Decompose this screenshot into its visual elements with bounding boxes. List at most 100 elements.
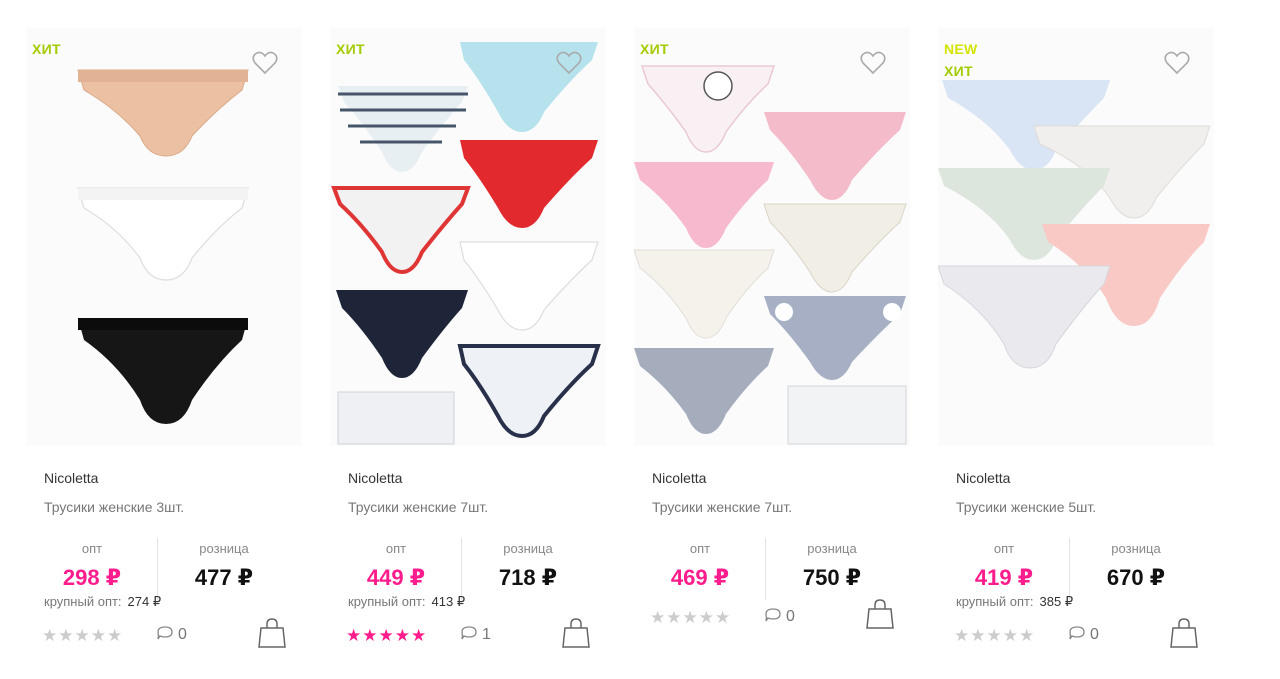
product-image[interactable] <box>330 28 606 446</box>
speech-bubble-icon <box>461 626 477 640</box>
product-image[interactable] <box>938 28 1214 446</box>
bulk-price: крупный опт: 413 ₽ <box>348 594 465 610</box>
star-icon[interactable]: ★ <box>1003 626 1019 645</box>
product-title[interactable]: Трусики женские 7шт. <box>652 499 792 515</box>
badge-new: NEW <box>944 41 978 57</box>
badge-list: ХИТ <box>336 38 365 60</box>
product-card[interactable]: ХИТ Nicoletta Трусики женские 3шт. опт 2… <box>26 0 316 679</box>
product-brand[interactable]: Nicoletta <box>44 470 98 486</box>
star-icon[interactable]: ★ <box>346 626 362 645</box>
favorite-heart-icon[interactable] <box>252 51 278 75</box>
product-brand[interactable]: Nicoletta <box>652 470 706 486</box>
speech-bubble-icon <box>1069 626 1085 640</box>
price-opt: опт 469 ₽ <box>634 540 766 594</box>
price-opt-value: 449 ₽ <box>366 565 426 590</box>
price-opt-value: 419 ₽ <box>974 565 1034 590</box>
badge-list: ХИТ <box>640 38 669 60</box>
comments-count-value: 0 <box>178 626 187 643</box>
comments-count[interactable]: 0 <box>1068 625 1099 645</box>
star-icon[interactable]: ★ <box>666 608 682 627</box>
price-opt: опт 419 ₽ <box>938 540 1070 594</box>
panties-photo <box>331 42 601 445</box>
bulk-price: крупный опт: 274 ₽ <box>44 594 161 610</box>
star-icon[interactable]: ★ <box>715 608 731 627</box>
rating-stars[interactable]: ★★★★★ <box>346 626 427 646</box>
product-card[interactable]: NEW ХИТ Nicoletta Трусики женские 5шт. о… <box>938 0 1228 679</box>
price-opt: опт 298 ₽ <box>26 540 158 594</box>
product-title[interactable]: Трусики женские 7шт. <box>348 499 488 515</box>
star-icon[interactable]: ★ <box>1019 626 1035 645</box>
rating-stars[interactable]: ★★★★★ <box>42 626 123 646</box>
bulk-price-label: крупный опт: <box>956 594 1034 609</box>
price-retail-label: розница <box>199 541 249 556</box>
badge-hit: ХИТ <box>944 63 973 79</box>
bulk-price-value: 413 ₽ <box>431 594 466 609</box>
star-icon[interactable]: ★ <box>362 626 378 645</box>
star-icon[interactable]: ★ <box>683 608 699 627</box>
price-retail-value: 750 ₽ <box>802 565 862 590</box>
speech-bubble-icon <box>765 608 781 622</box>
favorite-heart-icon[interactable] <box>860 51 886 75</box>
star-icon[interactable]: ★ <box>91 626 107 645</box>
product-brand[interactable]: Nicoletta <box>956 470 1010 486</box>
product-image[interactable] <box>634 28 910 446</box>
product-title[interactable]: Трусики женские 3шт. <box>44 499 184 515</box>
star-icon[interactable]: ★ <box>75 626 91 645</box>
price-opt-label: опт <box>993 541 1015 556</box>
price-opt-label: опт <box>689 541 711 556</box>
price-opt-value: 469 ₽ <box>670 565 730 590</box>
bulk-price-value: 274 ₽ <box>127 594 162 609</box>
comments-count[interactable]: 1 <box>460 625 491 645</box>
price-retail: розница 718 ₽ <box>462 540 594 594</box>
star-icon[interactable]: ★ <box>411 626 427 645</box>
shopping-bag-icon[interactable] <box>866 598 894 630</box>
star-icon[interactable]: ★ <box>107 626 123 645</box>
price-retail: розница 750 ₽ <box>766 540 898 594</box>
comments-count[interactable]: 0 <box>764 607 795 627</box>
price-opt-label: опт <box>81 541 103 556</box>
panties-photo <box>634 65 907 445</box>
shopping-bag-icon[interactable] <box>562 617 590 649</box>
bulk-price-value: 385 ₽ <box>1039 594 1074 609</box>
comments-count-value: 1 <box>482 626 491 643</box>
price-retail-value: 477 ₽ <box>194 565 254 590</box>
product-card[interactable]: ХИТ Nicoletta Трусики женские 7шт. опт 4… <box>330 0 620 679</box>
price-opt-value: 298 ₽ <box>62 565 122 590</box>
badge-list: ХИТ <box>32 38 61 60</box>
star-icon[interactable]: ★ <box>987 626 1003 645</box>
star-icon[interactable]: ★ <box>58 626 74 645</box>
star-icon[interactable]: ★ <box>395 626 411 645</box>
price-retail-label: розница <box>807 541 857 556</box>
shopping-bag-icon[interactable] <box>258 617 286 649</box>
rating-stars[interactable]: ★★★★★ <box>954 626 1035 646</box>
star-icon[interactable]: ★ <box>42 626 58 645</box>
bulk-price: крупный опт: 385 ₽ <box>956 594 1073 610</box>
star-icon[interactable]: ★ <box>650 608 666 627</box>
price-retail: розница 670 ₽ <box>1070 540 1202 594</box>
panties-photo <box>938 80 1211 369</box>
product-brand[interactable]: Nicoletta <box>348 470 402 486</box>
price-opt: опт 449 ₽ <box>330 540 462 594</box>
product-image[interactable] <box>26 28 302 446</box>
badge-hit: ХИТ <box>336 41 365 57</box>
comments-count-value: 0 <box>1090 626 1099 643</box>
favorite-heart-icon[interactable] <box>556 51 582 75</box>
bulk-price-label: крупный опт: <box>44 594 122 609</box>
star-icon[interactable]: ★ <box>699 608 715 627</box>
price-retail-label: розница <box>503 541 553 556</box>
speech-bubble-icon <box>157 626 173 640</box>
comments-count[interactable]: 0 <box>156 625 187 645</box>
price-retail: розница 477 ₽ <box>158 540 290 594</box>
star-icon[interactable]: ★ <box>379 626 395 645</box>
badge-hit: ХИТ <box>640 41 669 57</box>
product-title[interactable]: Трусики женские 5шт. <box>956 499 1096 515</box>
rating-stars[interactable]: ★★★★★ <box>650 608 731 628</box>
shopping-bag-icon[interactable] <box>1170 617 1198 649</box>
star-icon[interactable]: ★ <box>954 626 970 645</box>
product-card[interactable]: ХИТ Nicoletta Трусики женские 7шт. опт 4… <box>634 0 924 679</box>
bulk-price-label: крупный опт: <box>348 594 426 609</box>
price-retail-value: 670 ₽ <box>1106 565 1166 590</box>
star-icon[interactable]: ★ <box>970 626 986 645</box>
price-retail-value: 718 ₽ <box>498 565 558 590</box>
favorite-heart-icon[interactable] <box>1164 51 1190 75</box>
